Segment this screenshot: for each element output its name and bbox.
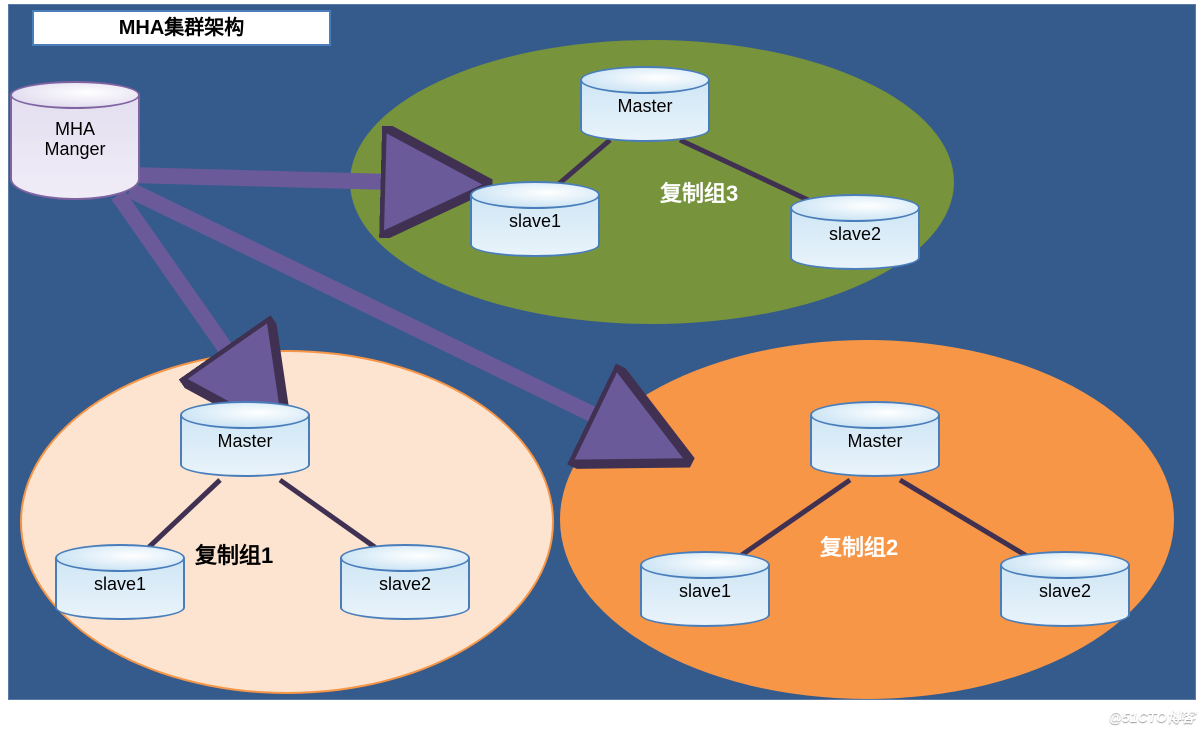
g3-master: Master [580, 80, 710, 142]
g1-master: Master [180, 415, 310, 477]
g3-slave2-label: slave2 [790, 224, 920, 245]
diagram-canvas: MHA集群架构 MHA Manger Master sl [0, 0, 1203, 733]
g3-master-label: Master [580, 96, 710, 117]
watermark: @51CTO博客 [1108, 707, 1195, 727]
g1-slave1-label: slave1 [55, 574, 185, 595]
mha-manager-cylinder: MHA Manger [10, 95, 140, 200]
g1-slave2: slave2 [340, 558, 470, 620]
g2-slave2: slave2 [1000, 565, 1130, 627]
g1-slave2-label: slave2 [340, 574, 470, 595]
g2-label: 复制组2 [820, 530, 898, 562]
g2-slave1-label: slave1 [640, 581, 770, 602]
g2-master: Master [810, 415, 940, 477]
g2-slave2-label: slave2 [1000, 581, 1130, 602]
group-ellipse-1 [20, 350, 554, 694]
diagram-title: MHA集群架构 [32, 10, 331, 46]
g3-slave1-label: slave1 [470, 211, 600, 232]
g1-master-label: Master [180, 431, 310, 452]
g1-slave1: slave1 [55, 558, 185, 620]
g3-slave1: slave1 [470, 195, 600, 257]
g3-label: 复制组3 [660, 176, 738, 208]
group-ellipse-2 [560, 340, 1174, 699]
g2-slave1: slave1 [640, 565, 770, 627]
mha-manager-label: MHA Manger [10, 120, 140, 160]
g3-slave2: slave2 [790, 208, 920, 270]
g2-master-label: Master [810, 431, 940, 452]
g1-label: 复制组1 [195, 538, 273, 570]
